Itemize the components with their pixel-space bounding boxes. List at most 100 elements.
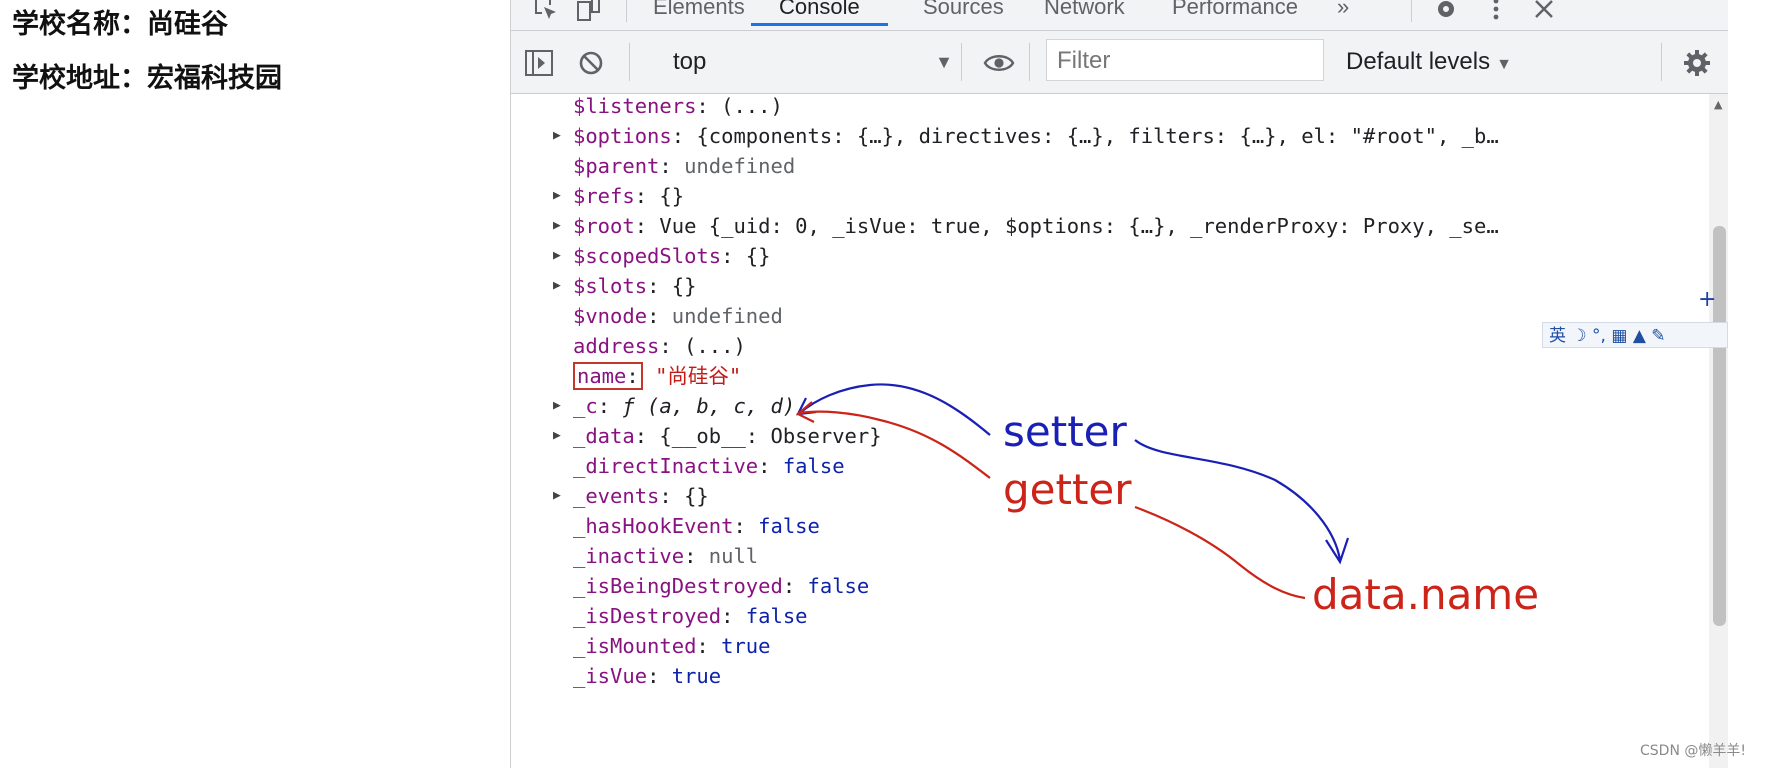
ime-status-text: 英 ☽ °, ▦ ▲ ✎ [1549,326,1666,346]
console-row-direct-inactive[interactable]: _directInactive: false [573,451,845,481]
prop-value: {} [684,484,709,508]
expand-triangle-icon[interactable]: ▶ [553,391,561,421]
expand-triangle-icon[interactable]: ▶ [553,181,561,211]
tab-performance[interactable]: Performance [1166,0,1304,28]
prop-value: Vue {_uid: 0, _isVue: true, $options: {…… [659,214,1499,238]
chevron-down-icon: ▼ [935,52,953,72]
prop-key: _data [573,424,635,448]
prop-key: _isVue [573,664,648,688]
prop-value: (...) [684,334,746,358]
console-row-refs[interactable]: ▶ $refs: {} [553,181,684,211]
console-row-root[interactable]: ▶ $root: Vue {_uid: 0, _isVue: true, $opt… [553,211,1499,241]
school-name-line: 学校名称：尚硅谷 [12,9,228,40]
console-toolbar: top ▼ Filter Default levels ▼ [511,31,1729,94]
console-row-address[interactable]: address: (...) [573,331,746,361]
chevron-down-icon: ▼ [1496,56,1512,73]
console-row-is-destroyed[interactable]: _isDestroyed: false [573,601,808,631]
console-row-slots[interactable]: ▶ $slots: {} [553,271,697,301]
console-row-name[interactable]: name: "尚硅谷" [573,361,741,391]
prop-key: $options [573,124,672,148]
prop-value: undefined [671,304,783,328]
console-settings-gear-icon[interactable] [1679,45,1715,81]
prop-value: false [807,574,870,598]
console-row-data[interactable]: ▶ _data: {__ob__: Observer} [553,421,882,451]
prop-value: {components: {…}, directives: {…}, filte… [696,124,1499,148]
prop-key: name [577,364,627,388]
console-row-options[interactable]: ▶ $options: {components: {…}, directives:… [553,121,1499,151]
prop-key: $slots [573,274,648,298]
tab-network[interactable]: Network [1038,0,1131,28]
prop-value: false [745,604,808,628]
toolbar-divider [1661,43,1662,81]
clear-console-icon[interactable] [573,45,609,81]
more-tabs-button[interactable]: » [1331,0,1355,28]
expand-triangle-icon[interactable]: ▶ [553,481,561,511]
page-content: 学校名称：尚硅谷 学校地址：宏福科技园 [0,0,510,768]
prop-key: _hasHookEvent [573,514,734,538]
toolbar-divider [629,43,630,81]
console-row-is-being-destroyed[interactable]: _isBeingDestroyed: false [573,571,869,601]
setter-annotation: setter [1003,407,1127,456]
expand-triangle-icon[interactable]: ▶ [553,421,561,451]
console-row-listeners[interactable]: $listeners: (...) [573,94,783,121]
tab-elements[interactable]: Elements [647,0,751,28]
log-levels-label: Default levels [1346,48,1491,75]
prop-key: _c [573,394,598,418]
expand-triangle-icon[interactable]: ▶ [553,211,561,241]
tabbar-divider [626,0,627,22]
console-row-inactive[interactable]: _inactive: null [573,541,758,571]
log-levels-dropdown[interactable]: Default levels ▼ [1346,43,1512,84]
prop-value: false [782,454,845,478]
live-expression-eye-icon[interactable] [981,45,1017,81]
context-selector[interactable]: top ▼ [661,43,963,81]
prop-value: null [708,544,759,568]
prop-key: _inactive [573,544,685,568]
console-row-parent[interactable]: $parent: undefined [573,151,795,181]
inspect-element-icon[interactable] [531,0,561,24]
ime-toolbar[interactable]: 英 ☽ °, ▦ ▲ ✎ [1542,322,1728,348]
console-row-is-mounted[interactable]: _isMounted: true [573,631,770,661]
name-highlight-box: name: [573,362,643,390]
close-icon[interactable] [1529,0,1559,24]
tab-console[interactable]: Console [751,0,888,28]
kebab-menu-icon[interactable] [1481,0,1511,24]
school-address-line: 学校地址：宏福科技园 [12,63,282,94]
prop-key: $root [573,214,635,238]
data-name-annotation: data.name [1312,570,1540,619]
expand-triangle-icon[interactable]: ▶ [553,121,561,151]
window-edge [1728,0,1768,768]
devtools-tabbar: Elements Console Sources Network Perform… [511,0,1729,31]
scrollbar-thumb[interactable] [1713,226,1726,626]
prop-value: "尚硅谷" [655,364,742,388]
console-row-has-hook-event[interactable]: _hasHookEvent: false [573,511,820,541]
context-selector-value: top [673,48,707,75]
console-row-vnode[interactable]: $vnode: undefined [573,301,783,331]
prop-value: true [671,664,722,688]
expand-triangle-icon[interactable]: ▶ [553,241,561,271]
console-scrollbar[interactable]: ▲ [1709,94,1729,768]
expand-triangle-icon[interactable]: ▶ [553,271,561,301]
console-row-is-vue[interactable]: _isVue: true [573,661,721,691]
console-row-scoped-slots[interactable]: ▶ $scopedSlots: {} [553,241,771,271]
scroll-up-arrow-icon[interactable]: ▲ [1714,98,1722,111]
console-row-c[interactable]: ▶ _c: ƒ (a, b, c, d) [553,391,796,421]
prop-value: ƒ (a, b, c, d) [622,394,796,418]
prop-key: $listeners [573,94,697,118]
prop-key: _directInactive [573,454,759,478]
prop-key: _isDestroyed [573,604,722,628]
prop-value: {} [671,274,697,298]
settings-gear-icon[interactable] [1431,0,1461,24]
plus-icon[interactable]: + [1698,287,1716,312]
prop-key: $parent [573,154,660,178]
toolbar-divider [961,43,962,81]
sidebar-toggle-icon[interactable] [521,45,557,81]
tab-sources[interactable]: Sources [917,0,1010,28]
prop-value: {} [745,244,771,268]
filter-input[interactable]: Filter [1046,39,1324,81]
prop-key: _events [573,484,660,508]
prop-key: $vnode [573,304,648,328]
device-toolbar-icon[interactable] [573,0,603,24]
getter-annotation: getter [1003,465,1132,514]
prop-key: address [573,334,660,358]
console-row-events[interactable]: ▶ _events: {} [553,481,709,511]
